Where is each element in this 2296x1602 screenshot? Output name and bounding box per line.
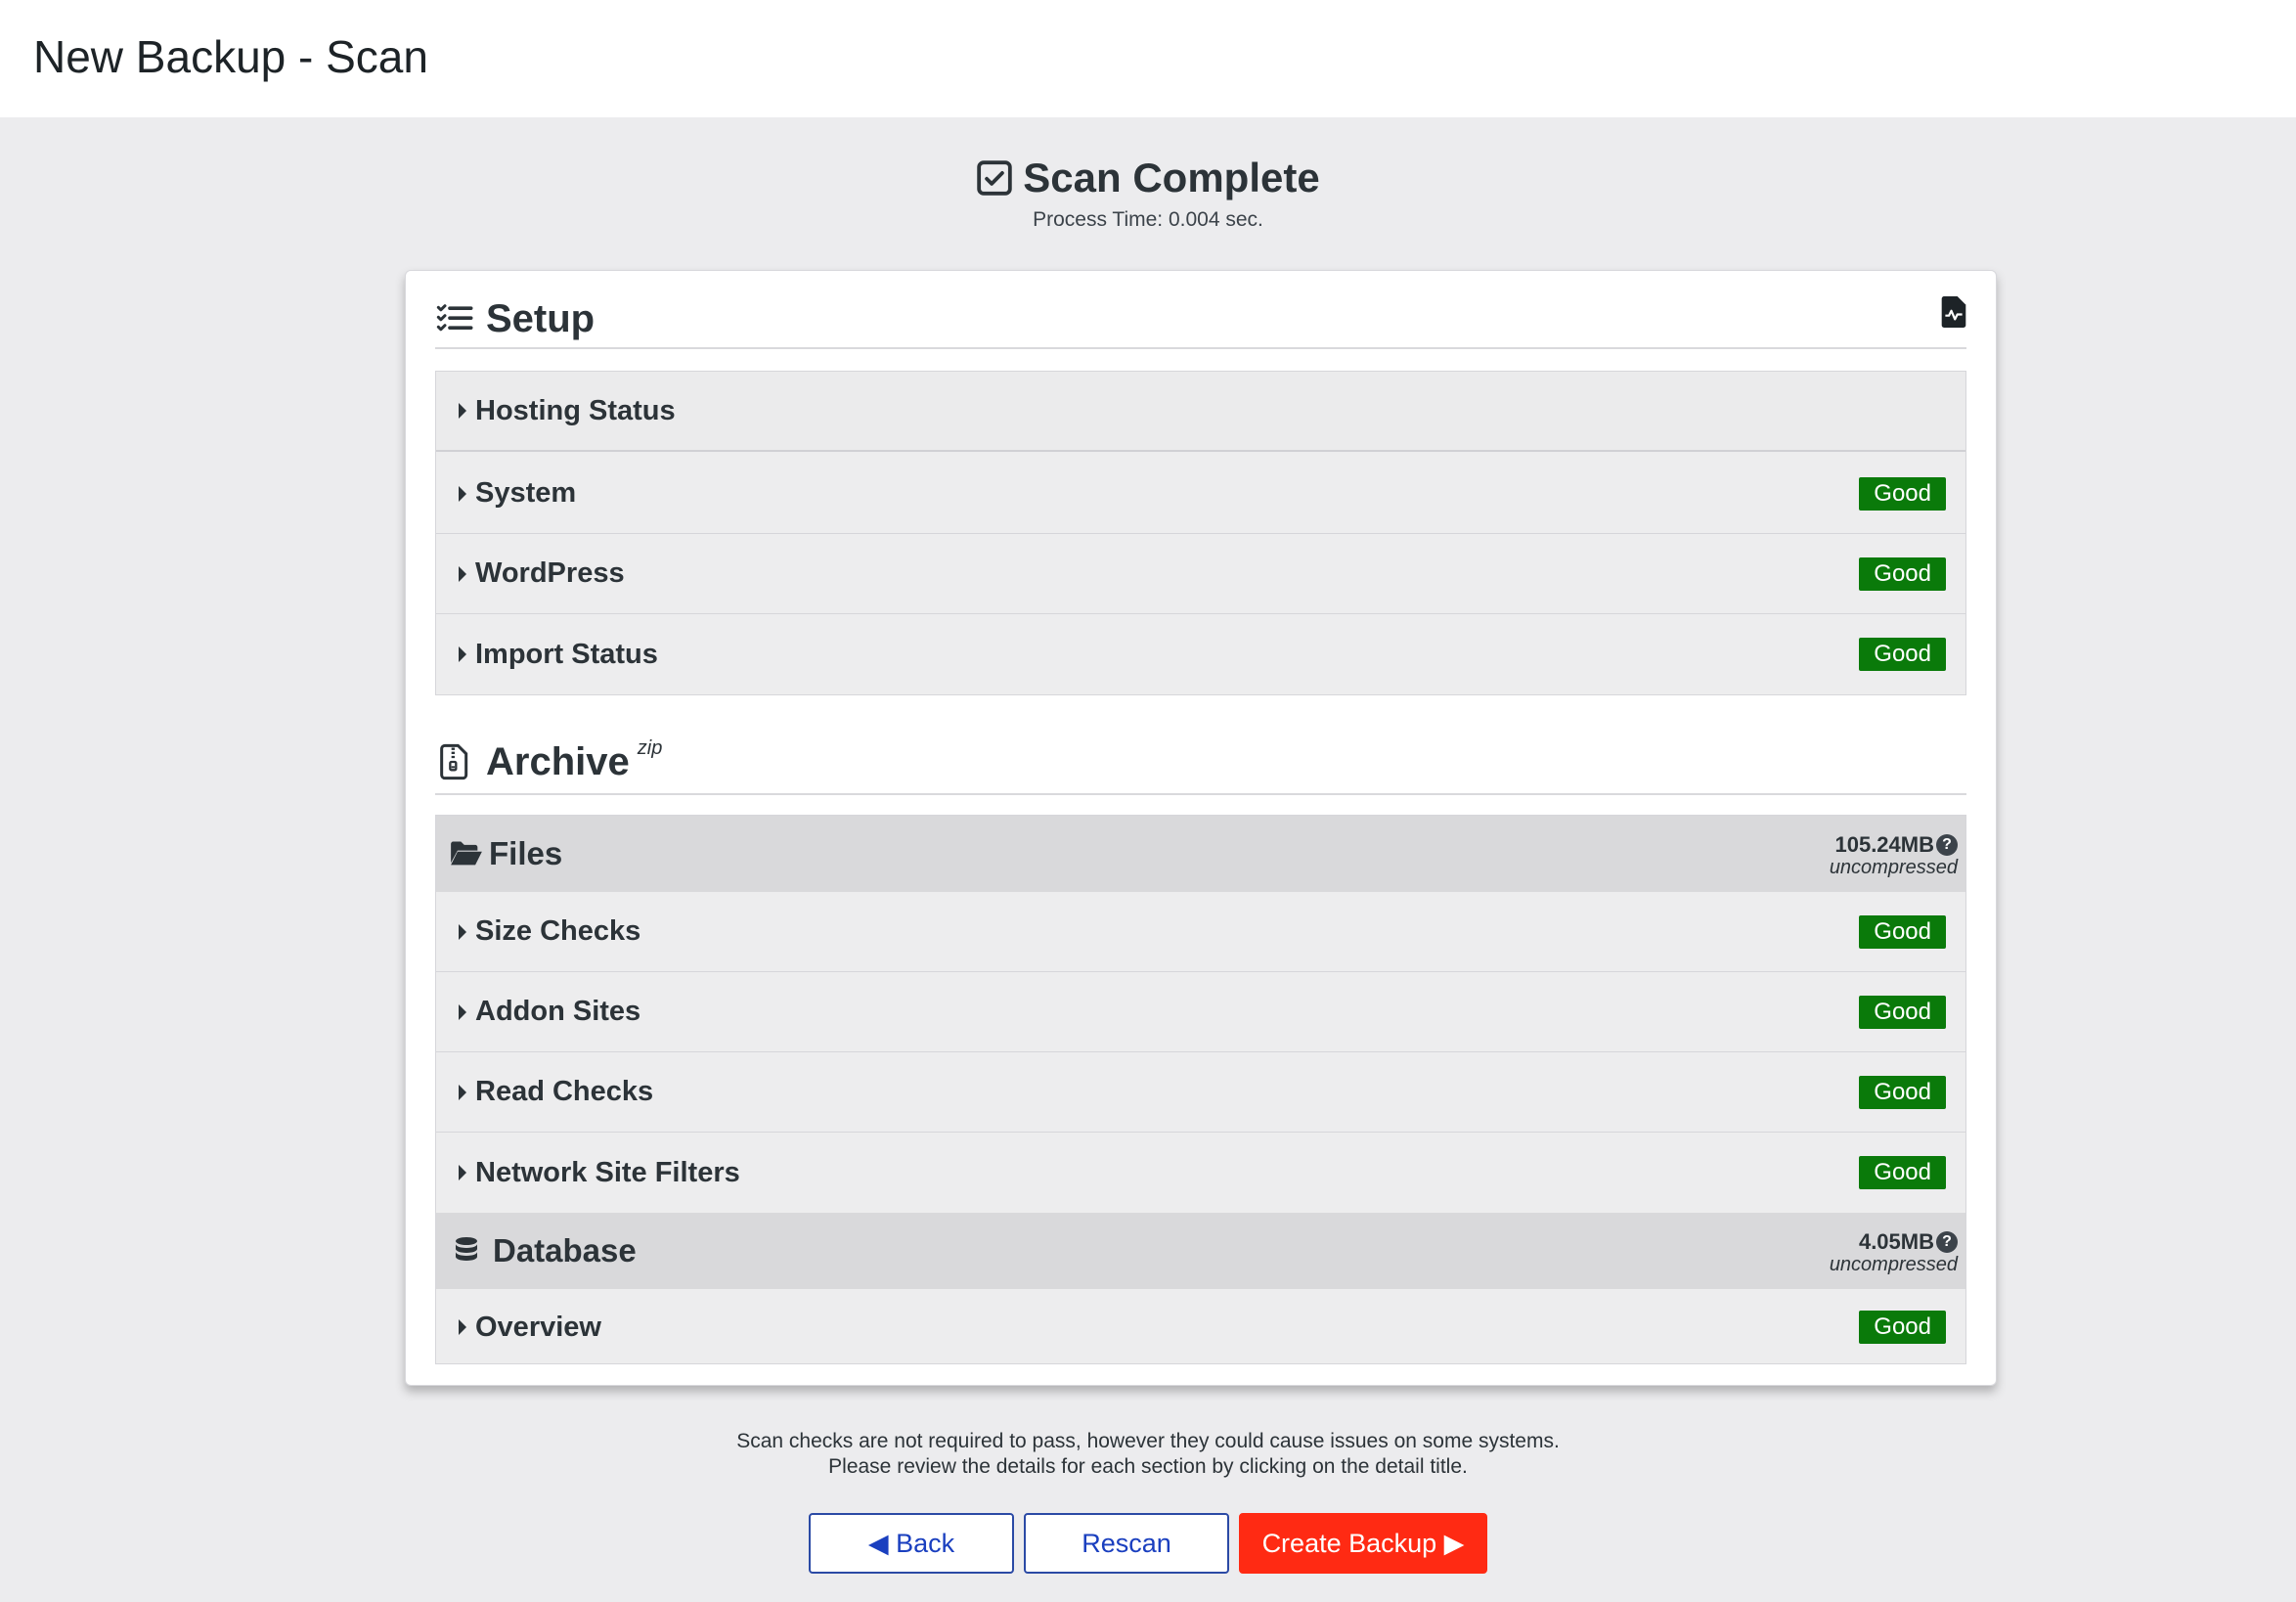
status-badge: Good: [1859, 476, 1946, 511]
check-row-overview[interactable]: Overview Good: [436, 1289, 1965, 1365]
database-size-note: uncompressed: [1829, 1254, 1958, 1275]
scan-footer-note: Scan checks are not required to pass, ho…: [0, 1429, 2296, 1480]
scan-title-text: Scan Complete: [1023, 155, 1320, 200]
status-badge: Good: [1859, 638, 1946, 671]
question-circle-icon[interactable]: ?: [1936, 1231, 1958, 1253]
scan-header: Scan Complete Process Time: 0.004 sec.: [0, 149, 2296, 235]
check-label: Overview: [475, 1311, 601, 1343]
status-badge: Good: [1859, 1311, 1946, 1344]
database-size: 4.05MB ? uncompressed: [1830, 1230, 1958, 1275]
page-title: New Backup - Scan: [33, 31, 428, 82]
database-icon: [456, 1237, 477, 1261]
check-row-addon-sites[interactable]: Addon Sites Good: [436, 972, 1965, 1052]
status-badge: Good: [1859, 995, 1946, 1029]
action-buttons: ◀ Back Rescan Create Backup ▶: [0, 1513, 2296, 1574]
database-title: Database: [493, 1232, 637, 1268]
caret-right-icon: [459, 1319, 466, 1335]
status-badge: Good: [1859, 914, 1946, 949]
archive-title: Archive: [486, 740, 630, 783]
caret-right-icon: [459, 646, 466, 662]
process-time: Process Time: 0.004 sec.: [1033, 208, 1263, 231]
create-backup-button[interactable]: Create Backup ▶: [1239, 1513, 1487, 1574]
status-badge: Good: [1859, 1156, 1946, 1189]
check-label: Hosting Status: [475, 394, 676, 426]
footer-note-line-2: Please review the details for each secti…: [828, 1455, 1468, 1478]
folder-open-icon: [451, 841, 482, 866]
caret-right-icon: [459, 1165, 466, 1180]
caret-right-icon: [459, 403, 466, 419]
file-zip-icon: [440, 743, 468, 780]
checkbox-checked-icon: [977, 160, 1013, 196]
scan-complete-title: Scan Complete: [976, 149, 1320, 207]
files-subheader: Files 105.24MB ? uncompressed: [436, 816, 1965, 892]
check-row-read-checks[interactable]: Read Checks Good: [436, 1052, 1965, 1133]
check-label: Size Checks: [475, 915, 641, 947]
files-size-value: 105.24MB: [1834, 832, 1934, 857]
question-circle-icon[interactable]: ?: [1936, 834, 1958, 856]
status-badge: Good: [1859, 556, 1946, 591]
check-row-network-site-filters[interactable]: Network Site Filters Good: [436, 1133, 1965, 1213]
setup-title: Setup: [486, 297, 596, 340]
files-size: 105.24MB ? uncompressed: [1830, 833, 1958, 878]
check-label: System: [475, 477, 577, 509]
check-row-hosting-status[interactable]: Hosting Status: [436, 372, 1965, 452]
setup-section-header: Setup: [435, 290, 1966, 349]
rescan-button[interactable]: Rescan: [1024, 1513, 1229, 1574]
caret-right-icon: [459, 565, 466, 582]
database-size-value: 4.05MB: [1858, 1229, 1934, 1254]
caret-right-icon: [459, 1084, 466, 1100]
checklist-icon: [436, 304, 473, 332]
check-label: Network Site Filters: [475, 1156, 740, 1188]
caret-right-icon: [459, 485, 466, 502]
database-subheader: Database 4.05MB ? uncompressed: [436, 1213, 1965, 1289]
archive-checks-group: Files 105.24MB ? uncompressed Size Check…: [435, 815, 1966, 1364]
check-row-system[interactable]: System Good: [436, 454, 1965, 534]
files-size-note: uncompressed: [1829, 857, 1958, 878]
setup-checks-group: Hosting Status System Good WordPress Goo…: [435, 371, 1966, 695]
check-row-size-checks[interactable]: Size Checks Good: [436, 892, 1965, 972]
check-label: Read Checks: [475, 1076, 654, 1107]
check-label: Addon Sites: [475, 996, 641, 1027]
scan-results-panel: Setup Hosting Status System Good WordPre…: [405, 270, 1997, 1386]
back-button[interactable]: ◀ Back: [809, 1513, 1014, 1574]
check-row-import-status[interactable]: Import Status Good: [436, 614, 1965, 694]
caret-right-icon: [459, 1003, 466, 1020]
status-badge: Good: [1859, 1075, 1946, 1109]
archive-section-header: Archive zip: [435, 731, 1966, 795]
caret-right-icon: [459, 923, 466, 940]
footer-note-line-1: Scan checks are not required to pass, ho…: [736, 1430, 1560, 1452]
file-chart-icon[interactable]: [1941, 296, 1966, 328]
check-row-wordpress[interactable]: WordPress Good: [436, 534, 1965, 614]
check-label: Import Status: [475, 638, 658, 670]
archive-format: zip: [637, 736, 663, 759]
check-label: WordPress: [475, 557, 625, 589]
files-title: Files: [489, 835, 563, 871]
top-bar: New Backup - Scan: [0, 0, 2296, 117]
